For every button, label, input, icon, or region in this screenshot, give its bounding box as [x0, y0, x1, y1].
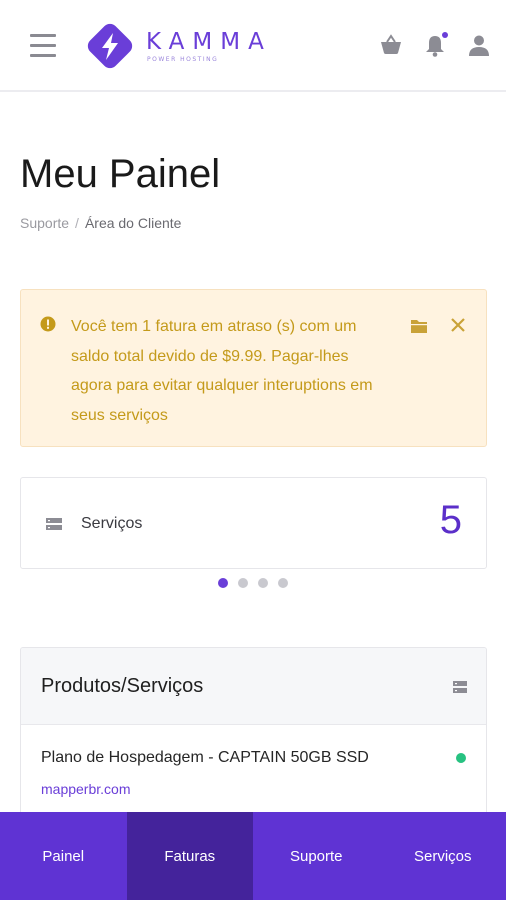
stat-label: Serviços: [81, 515, 143, 532]
product-domain-link[interactable]: mapperbr.com: [41, 781, 130, 797]
brand-name: KAMMA: [146, 29, 272, 55]
server-icon: [453, 681, 467, 693]
carousel-dot[interactable]: [258, 578, 268, 588]
status-indicator: [456, 753, 466, 763]
notification-dot: [442, 32, 448, 38]
breadcrumb: Suporte / Área do Cliente: [20, 215, 181, 231]
user-icon[interactable]: [466, 32, 492, 58]
warning-icon: [40, 316, 56, 332]
carousel-dot[interactable]: [278, 578, 288, 588]
server-icon: [46, 518, 62, 530]
carousel-dot[interactable]: [238, 578, 248, 588]
folder-icon[interactable]: [410, 318, 428, 334]
alert-message: Você tem 1 fatura em atraso (s) com um s…: [71, 318, 373, 424]
app-header: KAMMA POWER HOSTING: [0, 0, 506, 92]
menu-icon[interactable]: [30, 34, 56, 58]
bottom-navigation: Painel Faturas Suporte Serviços: [0, 812, 506, 900]
product-name[interactable]: Plano de Hospedagem - CAPTAIN 50GB SSD: [41, 749, 369, 767]
basket-icon[interactable]: [378, 32, 404, 58]
carousel-indicators: [218, 578, 298, 590]
carousel-dot[interactable]: [218, 578, 228, 588]
breadcrumb-item-area-do-cliente: Área do Cliente: [84, 215, 182, 231]
panel-header: Produtos/Serviços: [21, 648, 486, 725]
brand-tagline: POWER HOSTING: [147, 56, 219, 63]
breadcrumb-item-suporte[interactable]: Suporte: [20, 215, 69, 231]
page-title: Meu Painel: [20, 152, 221, 196]
overdue-invoice-alert: Você tem 1 fatura em atraso (s) com um s…: [20, 289, 487, 447]
close-icon[interactable]: [449, 316, 467, 334]
nav-item-faturas[interactable]: Faturas: [126, 812, 253, 900]
nav-item-servicos[interactable]: Serviços: [380, 812, 506, 900]
services-stat-card[interactable]: Serviços 5: [20, 477, 487, 569]
breadcrumb-separator: /: [75, 215, 79, 231]
panel-title: Produtos/Serviços: [41, 675, 204, 697]
stat-value: 5: [439, 498, 462, 542]
logo-icon: [87, 23, 133, 69]
bell-icon[interactable]: [422, 32, 448, 58]
nav-item-painel[interactable]: Painel: [0, 812, 127, 900]
nav-item-suporte[interactable]: Suporte: [253, 812, 380, 900]
